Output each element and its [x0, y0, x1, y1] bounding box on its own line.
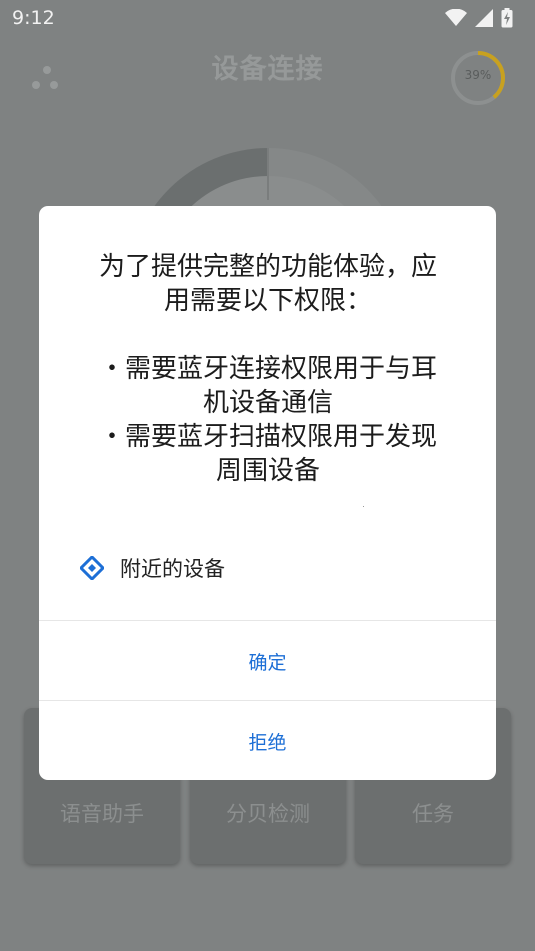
- dialog-message: 为了提供完整的功能体验，应 用需要以下权限： ・需要蓝牙连接权限用于与耳 机设备…: [83, 250, 453, 488]
- divider: [39, 700, 496, 701]
- permission-dialog: 为了提供完整的功能体验，应 用需要以下权限： ・需要蓝牙连接权限用于与耳 机设备…: [39, 206, 496, 780]
- divider: [39, 620, 496, 621]
- message-line: 为了提供完整的功能体验，应: [98, 252, 437, 282]
- card-label: 分贝检测: [226, 802, 310, 826]
- message-line: 周围设备: [215, 456, 320, 486]
- status-icons: [445, 8, 513, 28]
- deny-button[interactable]: 拒绝: [39, 702, 496, 780]
- battery-charging-icon: [501, 8, 513, 28]
- message-line: ・需要蓝牙扫描权限用于发现: [98, 422, 437, 452]
- wifi-icon: [445, 9, 467, 27]
- message-line: [83, 318, 453, 352]
- decorative-dot: [363, 506, 364, 507]
- card-label: 语音助手: [60, 802, 144, 826]
- permission-label: 附近的设备: [120, 557, 225, 581]
- message-line: 机设备通信: [202, 388, 333, 418]
- confirm-button[interactable]: 确定: [39, 622, 496, 700]
- card-label: 任务: [412, 802, 454, 826]
- message-line: ・需要蓝牙连接权限用于与耳: [98, 354, 437, 384]
- permission-item: 附近的设备: [80, 553, 225, 583]
- status-bar: 9:12: [0, 0, 535, 36]
- battery-level-ring: 39%: [449, 49, 507, 107]
- battery-percent: 39%: [464, 68, 492, 82]
- nearby-devices-icon: [80, 556, 104, 580]
- message-line: 用需要以下权限：: [163, 286, 372, 316]
- status-time: 9:12: [12, 7, 55, 29]
- signal-icon: [475, 9, 493, 27]
